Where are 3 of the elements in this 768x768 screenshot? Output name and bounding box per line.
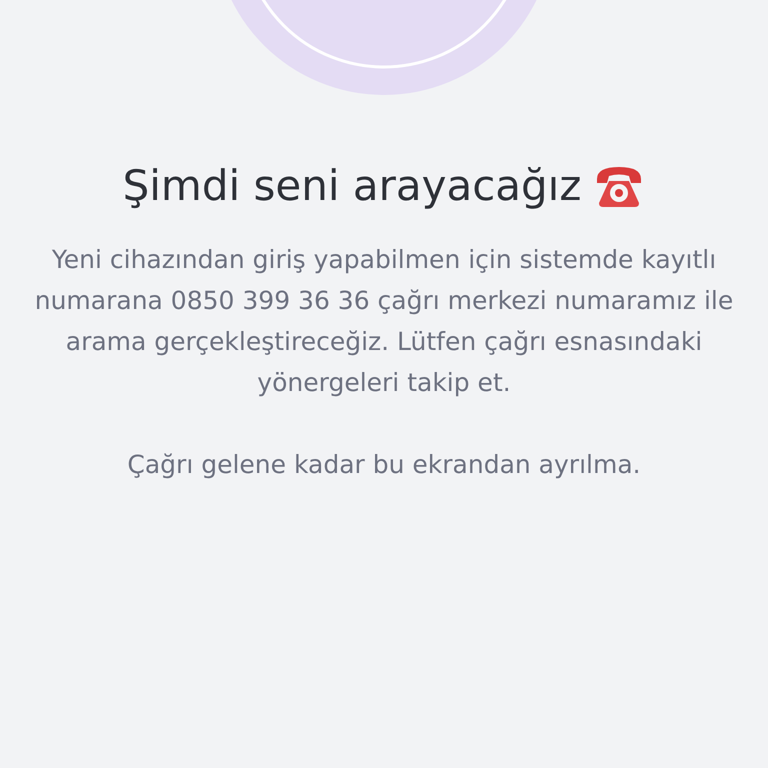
warning-text: Çağrı gelene kadar bu ekrandan ayrılma. xyxy=(127,448,641,480)
instructions-text: Yeni cihazından giriş yapabilmen için sistemde kayıtlı numarana 0850 399 36 36 çağrı merkezi numaramız ile arama gerçekleştireceğiz. Lütfen çağrı esnasındaki yönergeleri takip et. xyxy=(34,244,734,398)
heading: Şimdi seni arayacağız xyxy=(122,160,582,212)
